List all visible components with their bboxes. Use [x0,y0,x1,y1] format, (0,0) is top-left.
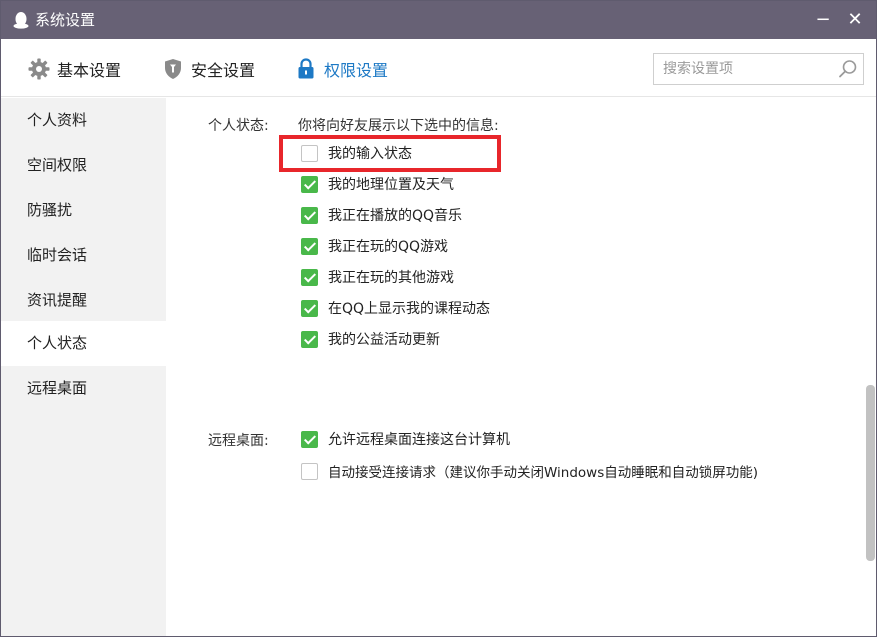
option-auto-accept-connection[interactable]: 自动接受连接请求（建议你手动关闭Windows自动睡眠和自动锁屏功能) [301,461,758,481]
checkbox-auto-accept-connection[interactable] [301,462,318,480]
checkbox-qq-games[interactable] [301,237,318,255]
option-allow-remote-desktop[interactable]: 允许远程桌面连接这台计算机 [301,429,510,449]
sidebar-item-anti-harassment[interactable]: 防骚扰 [1,188,166,233]
option-label: 我的公益活动更新 [328,332,440,348]
option-qq-games[interactable]: 我正在玩的QQ游戏 [301,236,448,256]
tab-label: 基本设置 [57,61,122,80]
option-label: 我正在玩的其他游戏 [328,270,454,286]
lock-icon [298,58,314,79]
checkbox-location-weather[interactable] [301,175,318,193]
sidebar-item-news-alerts[interactable]: 资讯提醒 [1,278,166,323]
scrollbar-thumb[interactable] [866,385,875,561]
checkbox-qq-music[interactable] [301,206,318,224]
option-other-games[interactable]: 我正在玩的其他游戏 [301,267,454,287]
window-title: 系统设置 [35,11,96,29]
option-label: 我的地理位置及天气 [328,177,454,193]
gear-icon [28,58,50,80]
checkbox-course-updates[interactable] [301,299,318,317]
settings-toolbar: 基本设置 安全设置 权限设置 [1,39,876,97]
qq-penguin-icon [13,12,29,29]
tab-label: 权限设置 [324,61,389,80]
checkbox-allow-remote-desktop[interactable] [301,430,318,448]
sidebar-item-temp-session[interactable]: 临时会话 [1,233,166,278]
option-input-status[interactable]: 我的输入状态 [301,143,412,163]
sidebar-item-personal-status[interactable]: 个人状态 [1,321,166,366]
option-location-weather[interactable]: 我的地理位置及天气 [301,174,454,194]
shield-icon [165,59,181,79]
settings-window: 系统设置 − ✕ 基本设置 安全设置 权限设置 搜索设置项 个人资料 空间权限 … [0,0,877,637]
option-charity-updates[interactable]: 我的公益活动更新 [301,329,440,349]
sidebar-item-profile[interactable]: 个人资料 [1,98,166,143]
option-label: 允许远程桌面连接这台计算机 [328,432,510,448]
tab-permission-settings[interactable]: 权限设置 [294,55,388,83]
personal-status-description: 你将向好友展示以下选中的信息: [298,118,499,134]
personal-status-label: 个人状态: [208,118,269,134]
sidebar-item-remote-desktop[interactable]: 远程桌面 [1,366,166,411]
option-label: 我正在玩的QQ游戏 [328,239,449,255]
checkbox-other-games[interactable] [301,268,318,286]
option-course-updates[interactable]: 在QQ上显示我的课程动态 [301,298,490,318]
option-qq-music[interactable]: 我正在播放的QQ音乐 [301,205,462,225]
search-box [653,53,864,85]
tab-basic-settings[interactable]: 基本设置 [27,55,121,83]
title-bar[interactable]: 系统设置 − ✕ [1,1,876,39]
sidebar-item-space-permission[interactable]: 空间权限 [1,143,166,188]
tab-label: 安全设置 [191,61,256,80]
option-label: 我的输入状态 [328,146,412,162]
option-label: 自动接受连接请求（建议你手动关闭Windows自动睡眠和自动锁屏功能) [328,465,759,481]
search-icon[interactable] [837,58,859,80]
tab-security-settings[interactable]: 安全设置 [161,55,255,83]
minimize-button[interactable]: − [810,7,836,33]
option-label: 在QQ上显示我的课程动态 [328,301,491,317]
search-input[interactable] [654,54,834,84]
option-label: 我正在播放的QQ音乐 [328,208,463,224]
sidebar: 个人资料 空间权限 防骚扰 临时会话 资讯提醒 个人状态 远程桌面 [1,98,166,636]
settings-content: 个人状态: 你将向好友展示以下选中的信息: 我的输入状态 我的地理位置及天气 我… [166,98,863,636]
close-button[interactable]: ✕ [842,7,868,33]
remote-desktop-label: 远程桌面: [208,433,269,449]
checkbox-input-status[interactable] [301,144,318,162]
checkbox-charity-updates[interactable] [301,330,318,348]
